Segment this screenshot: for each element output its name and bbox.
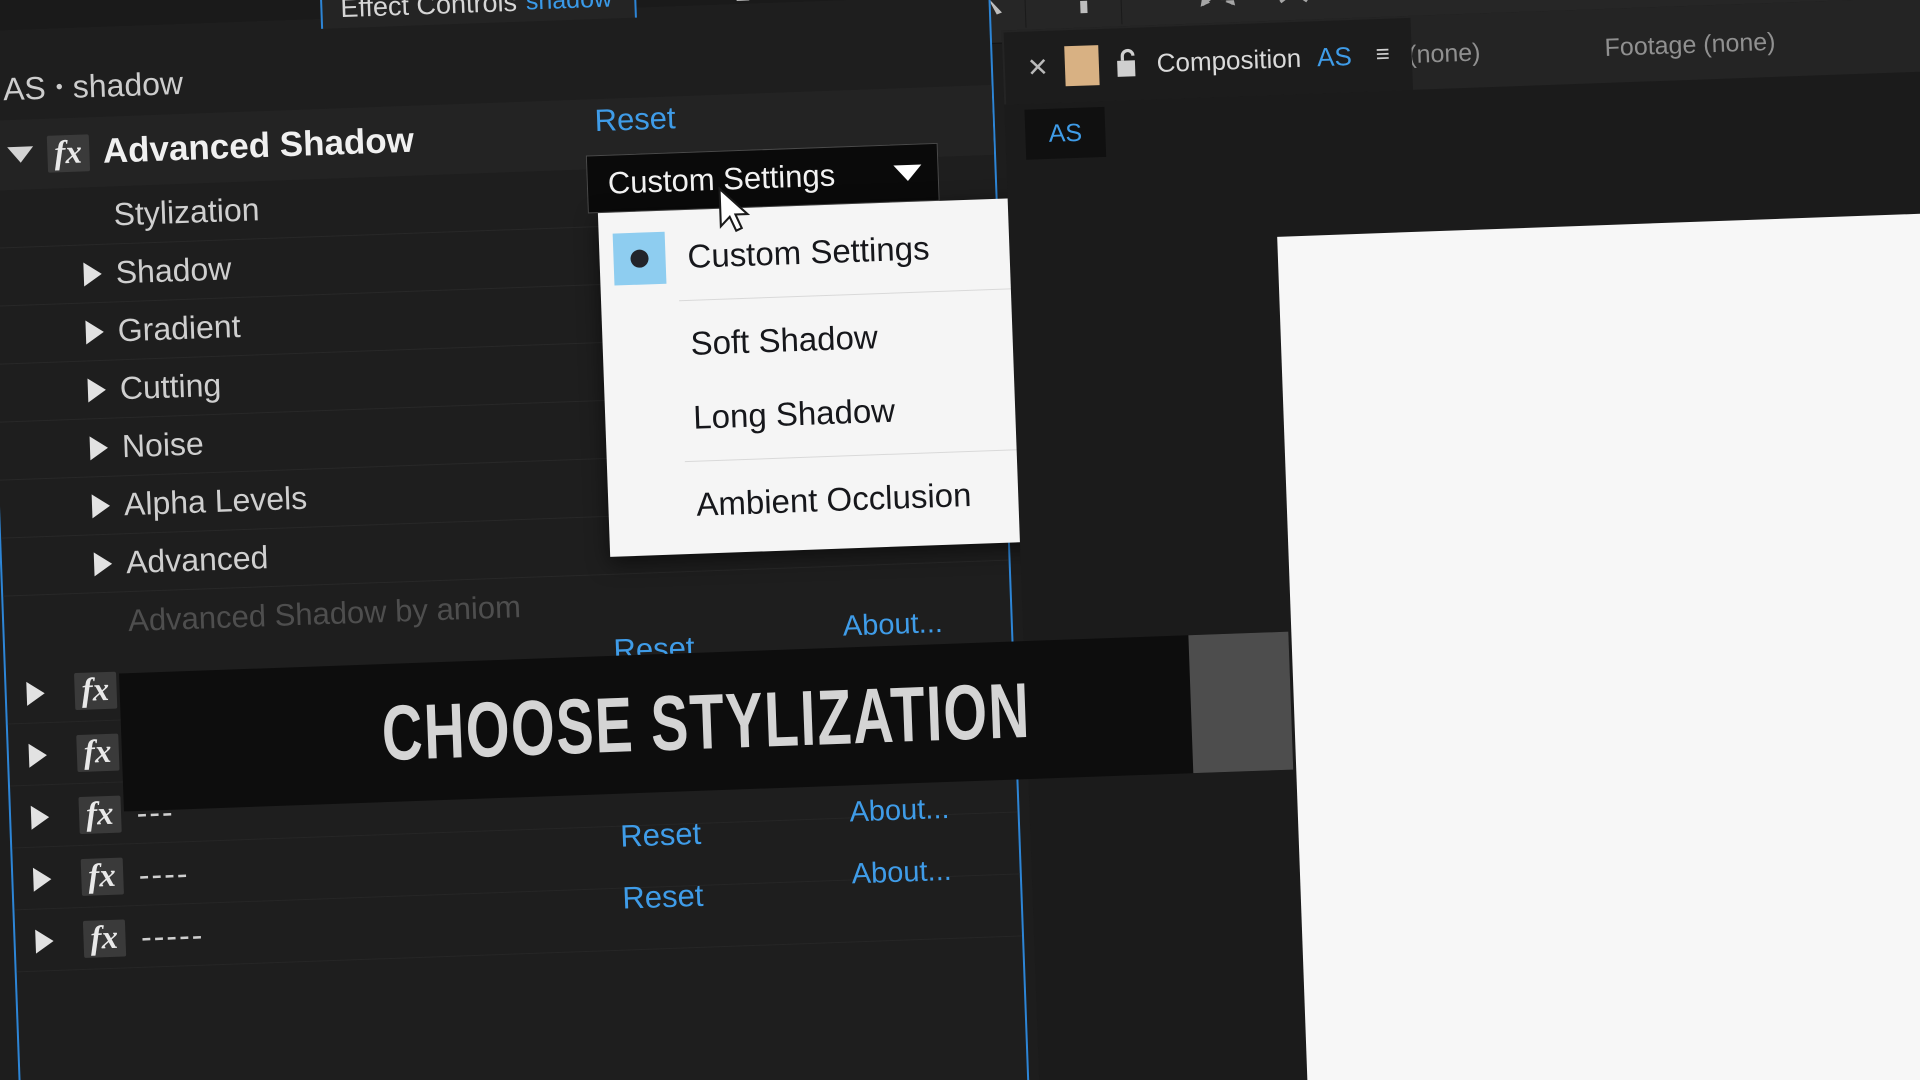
mouse-cursor (718, 186, 751, 233)
fx-icon: fx (78, 795, 122, 835)
composition-panel-menu-icon[interactable]: ≡ (1375, 41, 1390, 69)
unified-camera-icon (1200, 0, 1236, 7)
fx-icon: fx (76, 733, 120, 773)
triangle-right-icon[interactable] (91, 493, 111, 518)
triangle-right-icon[interactable] (87, 377, 107, 402)
about-link-5[interactable]: About... (851, 855, 952, 892)
orbit-camera-tool[interactable] (1255, 0, 1331, 19)
effect-controls-panel-menu-icon[interactable]: ≡ (735, 0, 751, 11)
triangle-right-icon[interactable] (93, 551, 113, 576)
orbit-camera-icon (1279, 0, 1309, 4)
triangle-right-icon[interactable] (30, 804, 50, 830)
triangle-right-icon[interactable] (26, 680, 46, 706)
selection-layer: shadow (72, 64, 184, 105)
menu-item-label: Ambient Occlusion (695, 475, 972, 523)
property-label: Advanced (125, 539, 269, 581)
about-link-4[interactable]: About... (849, 793, 950, 830)
pan-camera-icon (1345, 0, 1393, 9)
fx-icon: fx (46, 133, 90, 173)
triangle-right-icon[interactable] (32, 866, 52, 892)
menu-item-label: Soft Shadow (689, 318, 879, 362)
radio-empty-icon (616, 319, 670, 373)
composition-viewer-canvas[interactable] (1277, 210, 1920, 1080)
selection-separator: • (55, 75, 64, 98)
triangle-right-icon[interactable] (85, 319, 105, 344)
lock-open-icon[interactable] (1114, 48, 1141, 81)
tab-composition[interactable]: ✕ Composition AS ≡ (1003, 17, 1414, 105)
triangle-right-icon[interactable] (28, 742, 48, 768)
chevron-down-icon (893, 164, 922, 182)
property-label: Cutting (119, 366, 222, 407)
close-x-icon[interactable]: ✕ (1026, 51, 1049, 83)
menu-item-custom-settings[interactable]: Custom Settings (598, 207, 1048, 297)
stylization-dropdown-menu[interactable]: Custom Settings Soft Shadow Long Shadow … (597, 197, 1058, 557)
triangle-right-icon[interactable] (89, 435, 109, 460)
tab-footage-none[interactable]: Footage (none) (1577, 6, 1802, 84)
property-label: Noise (121, 425, 205, 465)
menu-item-ambient-occlusion[interactable]: Ambient Occlusion (607, 455, 1057, 545)
fx-icon: fx (82, 919, 126, 958)
effect-row-label: ----- (140, 916, 205, 955)
clone-stamp-tool[interactable] (1045, 0, 1123, 27)
screenshot-root: Snapping Effect Controls shadow ≡ AS • s… (0, 0, 1920, 1080)
triangle-down-icon[interactable] (7, 146, 34, 164)
radio-empty-icon (622, 480, 676, 534)
selection-comp: AS (2, 69, 47, 107)
tab-footage-none-label: Footage (none) (1604, 27, 1776, 62)
reset-link-5[interactable]: Reset (622, 878, 704, 917)
unified-camera-tool[interactable] (1179, 0, 1255, 22)
composition-sub-tab-as[interactable]: AS (1024, 106, 1107, 160)
effect-row-label: ---- (138, 855, 191, 893)
effect-credit-label: Advanced Shadow by aniom (127, 589, 522, 639)
property-label: Gradient (117, 307, 242, 349)
property-label: Shadow (115, 250, 232, 291)
fx-icon: fx (74, 671, 117, 711)
triangle-right-icon[interactable] (83, 261, 103, 287)
reset-link-4[interactable]: Reset (620, 816, 702, 855)
after-effects-window: Snapping Effect Controls shadow ≡ AS • s… (0, 0, 1920, 1080)
tab-composition-subject: AS (1316, 40, 1353, 72)
tab-effect-controls-label: Effect Controls (339, 0, 518, 23)
reset-link-advanced-shadow[interactable]: Reset (594, 100, 676, 139)
about-link-1[interactable]: About... (842, 607, 943, 644)
property-label: Alpha Levels (123, 479, 308, 523)
tab-effect-controls-subject: shadow (525, 0, 612, 16)
radio-empty-icon (618, 393, 672, 447)
fx-icon: fx (80, 857, 124, 896)
composition-color-swatch (1064, 45, 1100, 87)
property-label: Stylization (112, 191, 261, 233)
effect-name: Advanced Shadow (102, 120, 415, 171)
radio-selected-icon (612, 231, 667, 286)
caption-bar-background-right (1188, 631, 1294, 774)
pan-camera-tool[interactable] (1331, 0, 1407, 17)
menu-item-long-shadow[interactable]: Long Shadow (604, 368, 1054, 458)
clone-stamp-icon (1080, 0, 1088, 14)
menu-item-label: Long Shadow (692, 391, 896, 436)
tab-composition-label: Composition (1156, 42, 1302, 78)
triangle-right-icon[interactable] (35, 928, 54, 954)
